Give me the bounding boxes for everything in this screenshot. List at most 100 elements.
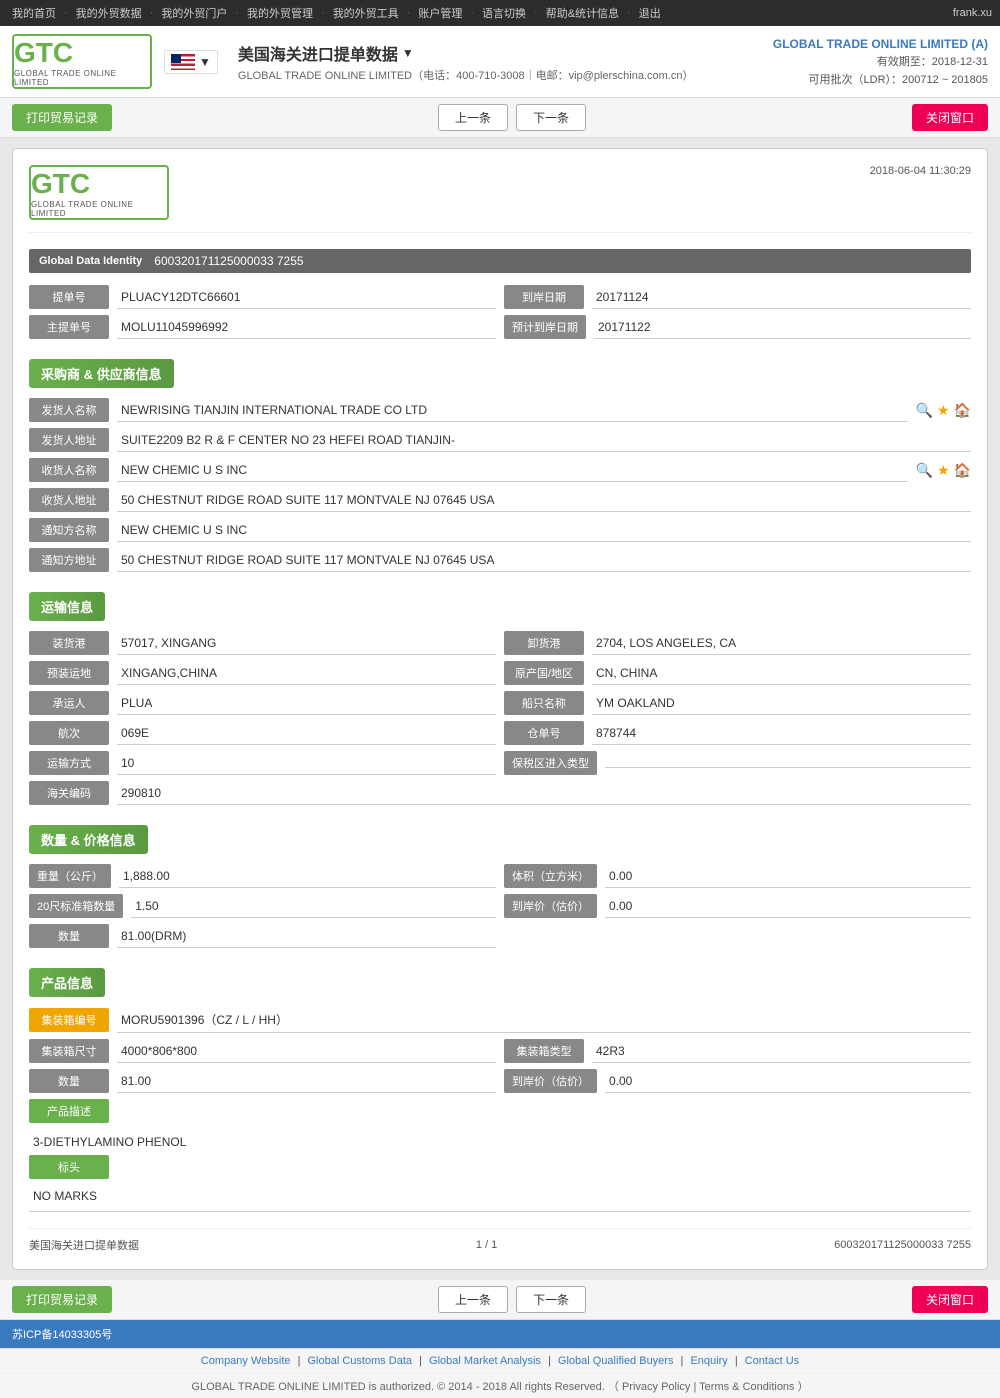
shipper-search-icon[interactable]: 🔍 xyxy=(916,402,933,419)
nav-tools[interactable]: 我的外贸工具 xyxy=(329,5,403,21)
product-desc-row: 产品描述 xyxy=(29,1099,971,1123)
toolbar-bottom: 打印贸易记录 上一条 下一条 关闭窗口 xyxy=(0,1280,1000,1320)
doc-divider xyxy=(29,1211,971,1212)
section-supplier-header: 采购商 & 供应商信息 xyxy=(29,345,971,398)
container-no2-row: 集装箱编号 MORU5901396（CZ / L / HH） xyxy=(29,1007,971,1033)
container-size-col: 集装箱尺寸 4000*806*800 xyxy=(29,1039,496,1063)
language-selector[interactable]: ▼ xyxy=(164,50,218,74)
footer-link-customs[interactable]: Global Customs Data xyxy=(308,1355,413,1367)
footer-link-market[interactable]: Global Market Analysis xyxy=(429,1355,541,1367)
page-header: GTC GLOBAL TRADE ONLINE LIMITED ▼ 美国海关进口… xyxy=(0,26,1000,98)
weight-col: 重量（公斤） 1,888.00 xyxy=(29,864,496,888)
nav-logout[interactable]: 退出 xyxy=(635,5,665,21)
shipper-star-icon[interactable]: ★ xyxy=(937,402,950,419)
title-dropdown-icon[interactable]: ▼ xyxy=(402,46,414,60)
place-origin-row: 预装运地 XINGANG,CHINA 原产国/地区 CN, CHINA xyxy=(29,661,971,685)
container20-col: 20尺标准箱数量 1.50 xyxy=(29,894,496,918)
nav-trade-data[interactable]: 我的外贸数据 xyxy=(72,5,146,21)
bill-date-row: 提单号 PLUACY12DTC66601 到岸日期 20171124 xyxy=(29,285,971,309)
master-bill-label: 主提单号 xyxy=(29,315,109,339)
load-place-value: XINGANG,CHINA xyxy=(117,662,496,685)
toolbar-top: 打印贸易记录 上一条 下一条 关闭窗口 xyxy=(0,98,1000,138)
container-type-value: 42R3 xyxy=(592,1040,971,1063)
right-company-name: GLOBAL TRADE ONLINE LIMITED (A) xyxy=(773,37,988,51)
nav-management[interactable]: 我的外贸管理 xyxy=(243,5,317,21)
print-button-bottom[interactable]: 打印贸易记录 xyxy=(12,1286,112,1313)
footer-link-contact[interactable]: Contact Us xyxy=(745,1355,799,1367)
quantity-section-title: 数量 & 价格信息 xyxy=(29,825,148,854)
arrival-price-value: 0.00 xyxy=(605,895,971,918)
footer-left-text: 美国海关进口提单数据 xyxy=(29,1237,139,1253)
volume-label: 体积（立方米） xyxy=(504,864,597,888)
customs-code-row: 海关编码 290810 xyxy=(29,781,971,805)
shipper-addr-row: 发货人地址 SUITE2209 B2 R & F CENTER NO 23 HE… xyxy=(29,428,971,452)
next-button-top[interactable]: 下一条 xyxy=(516,104,586,131)
gdi-label: Global Data Identity xyxy=(39,255,142,267)
weight-volume-row: 重量（公斤） 1,888.00 体积（立方米） 0.00 xyxy=(29,864,971,888)
document-timestamp: 2018-06-04 11:30:29 xyxy=(870,165,971,177)
vessel-label: 船只名称 xyxy=(504,691,584,715)
consignee-search-icon[interactable]: 🔍 xyxy=(916,462,933,479)
shipper-home-icon[interactable]: 🏠 xyxy=(954,402,971,419)
nav-home[interactable]: 我的首页 xyxy=(8,5,60,21)
mark-row: 标头 xyxy=(29,1155,971,1179)
footer-link-company[interactable]: Company Website xyxy=(201,1355,291,1367)
origin-col: 原产国/地区 CN, CHINA xyxy=(504,661,971,685)
nav-account[interactable]: 账户管理 xyxy=(414,5,466,21)
eta-value: 20171122 xyxy=(594,316,971,339)
main-document: GTC GLOBAL TRADE ONLINE LIMITED 2018-06-… xyxy=(12,148,988,1270)
quantity2-value: 81.00 xyxy=(117,1070,496,1093)
transport-section-title: 运输信息 xyxy=(29,592,105,621)
load-port-value: 57017, XINGANG xyxy=(117,632,496,655)
voyage-value: 069E xyxy=(117,722,496,745)
next-button-bottom[interactable]: 下一条 xyxy=(516,1286,586,1313)
nav-help[interactable]: 帮助&统计信息 xyxy=(542,5,623,21)
bill-no-group: 提单号 PLUACY12DTC66601 xyxy=(29,285,496,309)
document-header: GTC GLOBAL TRADE ONLINE LIMITED 2018-06-… xyxy=(29,165,971,233)
footer-link-buyers[interactable]: Global Qualified Buyers xyxy=(558,1355,674,1367)
master-bill-value: MOLU11045996992 xyxy=(117,316,496,339)
consignee-star-icon[interactable]: ★ xyxy=(937,462,950,479)
section-quantity-header: 数量 & 价格信息 xyxy=(29,811,971,864)
page-title: 美国海关进口提单数据 ▼ xyxy=(238,41,694,65)
discharge-port-value: 2704, LOS ANGELES, CA xyxy=(592,632,971,655)
nav-language[interactable]: 语言切换 xyxy=(478,5,530,21)
customs-code-label: 海关编码 xyxy=(29,781,109,805)
prev-button-bottom[interactable]: 上一条 xyxy=(438,1286,508,1313)
valid-until: 有效期至：2018-12-31 xyxy=(773,53,988,69)
container-size-type-row: 集装箱尺寸 4000*806*800 集装箱类型 42R3 xyxy=(29,1039,971,1063)
arrival-date-group: 到岸日期 20171124 xyxy=(504,285,971,309)
footer-link-enquiry[interactable]: Enquiry xyxy=(690,1355,727,1367)
close-button-top[interactable]: 关闭窗口 xyxy=(912,104,988,131)
nav-portal[interactable]: 我的外贸门户 xyxy=(157,5,231,21)
product-desc-label: 产品描述 xyxy=(29,1099,109,1123)
master-bill-group: 主提单号 MOLU11045996992 xyxy=(29,315,496,339)
master-bill-row: 主提单号 MOLU11045996992 预计到岸日期 20171122 xyxy=(29,315,971,339)
port-row: 装货港 57017, XINGANG 卸货港 2704, LOS ANGELES… xyxy=(29,631,971,655)
gdi-bar: Global Data Identity 600320171125000033 … xyxy=(29,249,971,273)
product-desc-value: 3-DIETHYLAMINO PHENOL xyxy=(29,1129,971,1155)
volume-col: 体积（立方米） 0.00 xyxy=(504,864,971,888)
bonded-value xyxy=(605,759,971,768)
customs-code-value: 290810 xyxy=(117,782,971,805)
supplier-section-title: 采购商 & 供应商信息 xyxy=(29,359,174,388)
consignee-home-icon[interactable]: 🏠 xyxy=(954,462,971,479)
notify-addr-label: 通知方地址 xyxy=(29,548,109,572)
quantity-value: 81.00(DRM) xyxy=(117,925,496,948)
notify-addr-row: 通知方地址 50 CHESTNUT RIDGE ROAD SUITE 117 M… xyxy=(29,548,971,572)
notify-name-label: 通知方名称 xyxy=(29,518,109,542)
bill-no-value: PLUACY12DTC66601 xyxy=(117,286,496,309)
container20-value: 1.50 xyxy=(131,895,496,918)
consignee-name-value: NEW CHEMIC U S INC xyxy=(117,459,908,482)
prev-button-top[interactable]: 上一条 xyxy=(438,104,508,131)
load-port-col: 装货港 57017, XINGANG xyxy=(29,631,496,655)
container-no-label: 仓单号 xyxy=(504,721,584,745)
shipper-name-value: NEWRISING TIANJIN INTERNATIONAL TRADE CO… xyxy=(117,399,908,422)
close-button-bottom[interactable]: 关闭窗口 xyxy=(912,1286,988,1313)
bonded-label: 保税区进入类型 xyxy=(504,751,597,775)
print-button-top[interactable]: 打印贸易记录 xyxy=(12,104,112,131)
transport-mode-label: 运输方式 xyxy=(29,751,109,775)
toolbar-bottom-left: 打印贸易记录 xyxy=(12,1286,112,1313)
toolbar-left: 打印贸易记录 xyxy=(12,104,112,131)
load-port-label: 装货港 xyxy=(29,631,109,655)
